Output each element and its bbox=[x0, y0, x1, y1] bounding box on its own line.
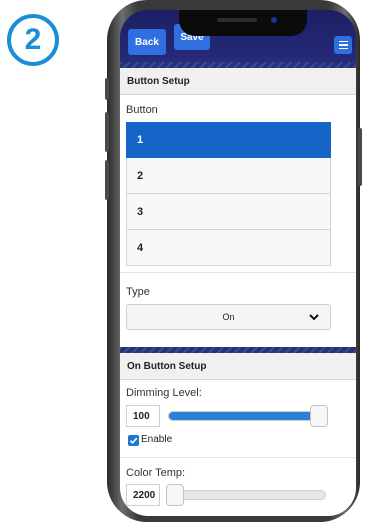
hamburger-menu-icon[interactable] bbox=[334, 36, 352, 54]
color-temp-handle[interactable] bbox=[166, 484, 184, 506]
on-button-setup-card: On Button Setup Dimming Level: 100 Enabl… bbox=[120, 353, 356, 516]
phone-volume-up-button bbox=[105, 112, 109, 152]
button-setup-header: Button Setup bbox=[120, 68, 356, 95]
phone-volume-down-button bbox=[105, 160, 109, 200]
type-select-value: On bbox=[222, 312, 235, 322]
button-setup-card: Button Setup Button 1 2 3 4 Type On bbox=[120, 68, 356, 347]
phone-notch bbox=[178, 10, 307, 36]
enable-checkbox[interactable] bbox=[128, 435, 139, 446]
button-label: Button bbox=[126, 104, 158, 116]
dimming-level-fill bbox=[169, 412, 325, 420]
dimming-level-input[interactable]: 100 bbox=[126, 405, 160, 427]
dimming-level-slider[interactable] bbox=[168, 411, 326, 421]
button-selector-list: 1 2 3 4 bbox=[126, 122, 331, 266]
speaker-grille bbox=[216, 18, 257, 22]
enable-label: Enable bbox=[141, 434, 173, 445]
step-number-badge: 2 bbox=[7, 14, 59, 66]
front-camera bbox=[270, 17, 277, 23]
button-option-1[interactable]: 1 bbox=[126, 122, 331, 158]
type-select[interactable]: On bbox=[126, 304, 331, 330]
dimming-level-handle[interactable] bbox=[310, 405, 328, 427]
on-button-setup-header: On Button Setup bbox=[120, 353, 356, 380]
dimming-level-label: Dimming Level: bbox=[126, 387, 202, 399]
color-temp-label: Color Temp: bbox=[126, 467, 186, 479]
button-option-3[interactable]: 3 bbox=[126, 194, 331, 230]
button-option-4[interactable]: 4 bbox=[126, 230, 331, 266]
color-temp-input[interactable]: 2200 bbox=[126, 484, 160, 506]
color-temp-slider[interactable] bbox=[168, 490, 326, 500]
button-option-2[interactable]: 2 bbox=[126, 158, 331, 194]
phone-mute-button bbox=[105, 78, 109, 100]
back-button[interactable]: Back bbox=[128, 29, 166, 55]
phone-screen: Back Save Button Setup Button 1 2 3 4 Ty… bbox=[120, 10, 356, 516]
divider bbox=[120, 272, 356, 273]
chevron-down-icon bbox=[309, 314, 319, 321]
type-label: Type bbox=[126, 286, 150, 298]
phone-power-button bbox=[358, 128, 362, 186]
checkmark-icon bbox=[129, 437, 138, 445]
divider bbox=[120, 457, 356, 458]
